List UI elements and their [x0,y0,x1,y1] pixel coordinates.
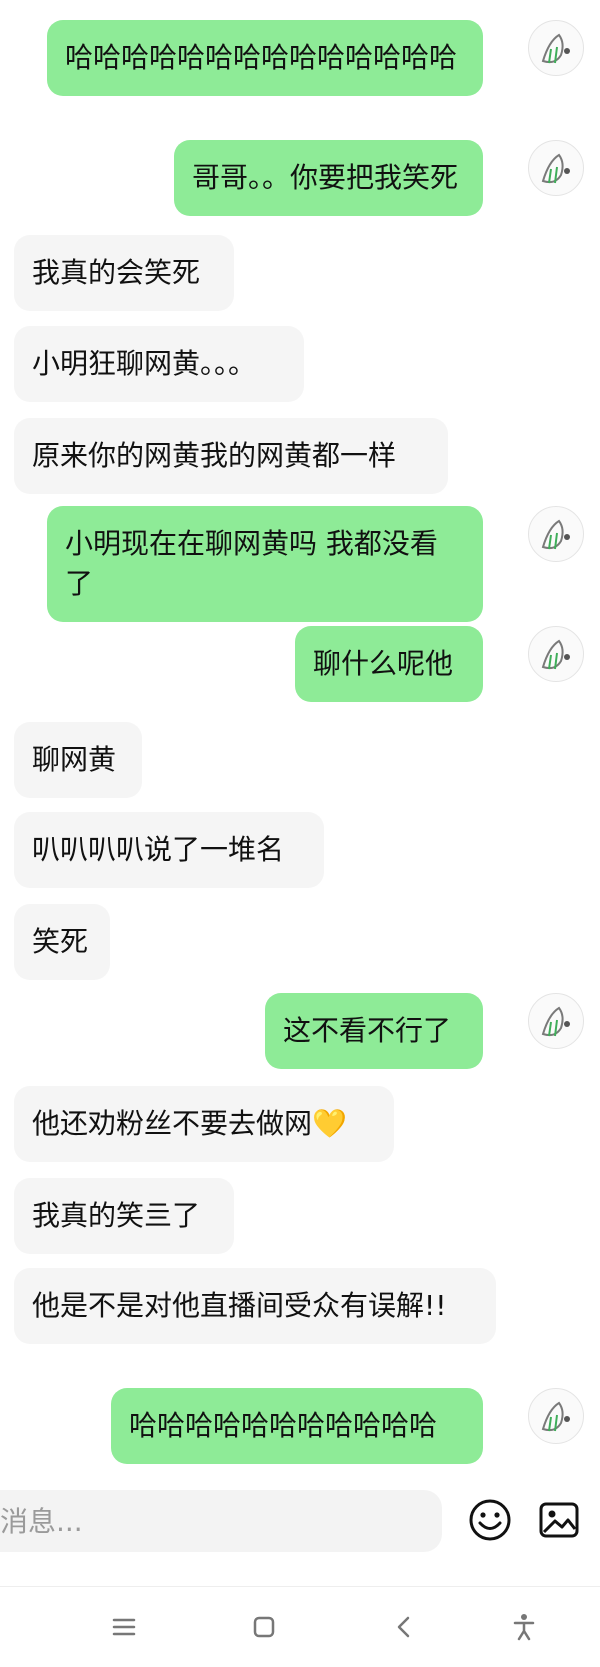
message-bubble-received[interactable]: 叭叭叭叭说了一堆名 [14,812,324,888]
message-bubble-received[interactable]: 原来你的网黄我的网黄都一样 [14,418,448,494]
message-text: 哈哈哈哈哈哈哈哈哈哈哈 [129,1409,438,1442]
message-text: 笑死 [32,925,89,958]
input-bar [0,1480,600,1580]
message-bubble-sent[interactable]: 哈哈哈哈哈哈哈哈哈哈哈 [111,1388,483,1464]
avatar-icon[interactable] [528,993,584,1049]
message-text: 原来你的网黄我的网黄都一样 [32,439,397,472]
avatar-icon[interactable] [528,1388,584,1444]
message-text: 哥哥。。你要把我笑死 [192,161,459,194]
message-bubble-sent[interactable]: 小明现在在聊网黄吗 我都没看了 [47,506,483,622]
message-bubble-sent[interactable]: 哈哈哈哈哈哈哈哈哈哈哈哈哈哈 [47,20,483,96]
chat-area[interactable]: 哈哈哈哈哈哈哈哈哈哈哈哈哈哈 哥哥。。你要把我笑死 我真的会笑死 小明狂聊网黄。… [0,0,600,1480]
accessibility-icon[interactable] [506,1609,542,1645]
message-text: 小明现在在聊网黄吗 我都没看了 [65,527,438,600]
message-text: 叭叭叭叭说了一堆名 [32,833,285,866]
message-bubble-received[interactable]: 我真的会笑死 [14,235,234,311]
message-text: 他还劝粉丝不要去做网💛 [32,1107,347,1140]
avatar-icon[interactable] [528,506,584,562]
message-text: 哈哈哈哈哈哈哈哈哈哈哈哈哈哈 [65,41,458,74]
message-text: 小明狂聊网黄。。。 [32,347,257,380]
message-text: 这不看不行了 [283,1014,452,1047]
message-bubble-sent[interactable]: 这不看不行了 [265,993,483,1069]
message-bubble-sent[interactable]: 哥哥。。你要把我笑死 [174,140,483,216]
message-bubble-received[interactable]: 小明狂聊网黄。。。 [14,326,304,402]
message-bubble-received[interactable]: 笑死 [14,904,110,980]
message-text: 聊网黄 [32,743,117,776]
system-navigation-bar [0,1586,600,1667]
emoji-icon[interactable] [466,1496,514,1544]
message-bubble-received[interactable]: 我真的笑亖了 [14,1178,234,1254]
message-text: 他是不是对他直播间受众有误解!! [32,1289,447,1322]
message-input[interactable] [0,1490,442,1552]
message-text: 聊什么呢他 [313,647,454,680]
message-bubble-received[interactable]: 他是不是对他直播间受众有误解!! [14,1268,496,1344]
avatar-icon[interactable] [528,626,584,682]
image-icon[interactable] [535,1496,583,1544]
home-icon[interactable] [246,1609,282,1645]
message-bubble-received[interactable]: 聊网黄 [14,722,142,798]
message-text: 我真的会笑死 [32,256,201,289]
message-text: 我真的笑亖了 [32,1199,201,1232]
back-icon[interactable] [386,1609,422,1645]
avatar-icon[interactable] [528,20,584,76]
message-bubble-sent[interactable]: 聊什么呢他 [295,626,483,702]
avatar-icon[interactable] [528,140,584,196]
message-bubble-received[interactable]: 他还劝粉丝不要去做网💛 [14,1086,394,1162]
menu-icon[interactable] [106,1609,142,1645]
